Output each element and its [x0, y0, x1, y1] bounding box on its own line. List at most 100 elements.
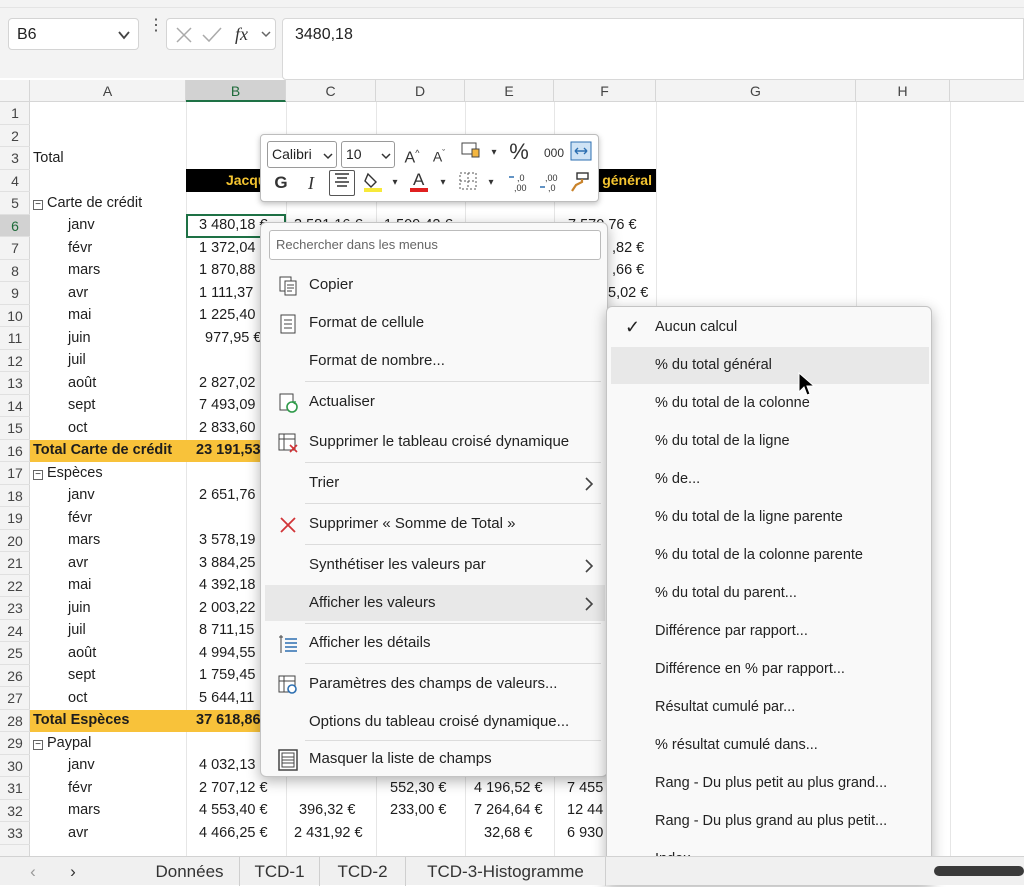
col-header-h[interactable]: H: [856, 80, 950, 102]
cell-e31[interactable]: 4 196,52 €: [474, 777, 543, 799]
row-header-21[interactable]: 21: [0, 552, 30, 575]
cell-a12[interactable]: juil: [68, 349, 86, 371]
cell-a28[interactable]: Total Espèces: [33, 709, 129, 731]
row-header-29[interactable]: 29: [0, 732, 30, 755]
row-header-26[interactable]: 26: [0, 665, 30, 687]
cell-b16[interactable]: 23 191,53: [196, 439, 261, 461]
cell-a25[interactable]: août: [68, 642, 96, 664]
menu-item-pivot-options[interactable]: Options du tableau croisé dynamique...: [265, 704, 605, 740]
cell-e32[interactable]: 7 264,64 €: [474, 799, 543, 821]
cell-b9[interactable]: 1 111,37: [199, 282, 253, 304]
cell-a13[interactable]: août: [68, 372, 96, 394]
chevron-down-icon[interactable]: ▾: [479, 171, 503, 195]
menu-item-show-values-as[interactable]: Afficher les valeurs: [265, 585, 605, 621]
menu-item-sort[interactable]: Trier: [265, 465, 605, 501]
more-dots-icon[interactable]: ⋮: [148, 18, 164, 34]
col-header-g[interactable]: G: [656, 80, 856, 102]
chevron-down-icon[interactable]: [381, 151, 391, 161]
cell-a26[interactable]: sept: [68, 664, 95, 686]
cell-b32[interactable]: 4 553,40 €: [199, 799, 268, 821]
prev-sheet-icon[interactable]: ‹: [18, 857, 48, 886]
collapse-icon[interactable]: −: [33, 200, 43, 210]
submenu-item-pct-parent-row[interactable]: % du total de la ligne parente: [611, 499, 929, 536]
increase-decimal-icon[interactable]: ,0,00: [506, 171, 534, 195]
cell-b10[interactable]: 1 225,40: [199, 304, 255, 326]
col-header-f[interactable]: F: [554, 80, 656, 102]
row-header-19[interactable]: 19: [0, 507, 30, 530]
menu-item-refresh[interactable]: Actualiser: [265, 384, 605, 420]
row-header-24[interactable]: 24: [0, 620, 30, 642]
insert-function-button[interactable]: fx: [235, 24, 248, 45]
sheet-tab-tcd-3-histogramme[interactable]: TCD-3-Histogramme: [406, 857, 606, 886]
cell-a15[interactable]: oct: [68, 417, 87, 439]
row-header-22[interactable]: 22: [0, 575, 30, 597]
menu-search-input[interactable]: Rechercher dans les menus: [269, 230, 601, 260]
cell-b28[interactable]: 37 618,86: [196, 709, 261, 731]
bold-button[interactable]: G: [269, 171, 293, 195]
row-header-10[interactable]: 10: [0, 305, 30, 327]
check-icon[interactable]: [201, 25, 223, 45]
cell-b30[interactable]: 4 032,13: [199, 754, 255, 776]
cell-f7[interactable]: ,82 €: [612, 237, 644, 259]
row-header-33[interactable]: 33: [0, 822, 30, 845]
horizontal-scrollbar[interactable]: [934, 866, 1024, 876]
chevron-down-icon[interactable]: ▾: [383, 171, 407, 195]
font-name-combo[interactable]: Calibri: [267, 141, 337, 168]
row-header-1[interactable]: 1: [0, 102, 30, 125]
row-header-23[interactable]: 23: [0, 597, 30, 620]
row-header-30[interactable]: 30: [0, 755, 30, 777]
cell-a23[interactable]: juin: [68, 597, 91, 619]
row-header-9[interactable]: 9: [0, 282, 30, 305]
align-center-icon[interactable]: [329, 170, 355, 196]
cell-f9[interactable]: 5,02 €: [608, 282, 648, 304]
cell-a8[interactable]: mars: [68, 259, 100, 281]
submenu-item-difference-from[interactable]: Différence par rapport...: [611, 613, 929, 650]
menu-item-hide-field-list[interactable]: Masquer la liste de champs: [265, 741, 605, 777]
font-size-combo[interactable]: 10: [341, 141, 395, 168]
cell-e33[interactable]: 32,68 €: [484, 822, 532, 844]
col-header-c[interactable]: C: [286, 80, 376, 102]
cell-a7[interactable]: févr: [68, 237, 92, 259]
row-header-12[interactable]: 12: [0, 350, 30, 372]
cell-a31[interactable]: févr: [68, 777, 92, 799]
submenu-item-pct-grand-total[interactable]: % du total général: [611, 347, 929, 384]
cell-b24[interactable]: 8 711,15: [199, 619, 254, 641]
row-header-8[interactable]: 8: [0, 260, 30, 282]
row-header-16[interactable]: 16: [0, 440, 30, 462]
row-header-11[interactable]: 11: [0, 327, 30, 350]
submenu-item-pct-parent[interactable]: % du total du parent...: [611, 575, 929, 612]
cell-a6[interactable]: janv: [68, 214, 95, 236]
submenu-item-running-total[interactable]: Résultat cumulé par...: [611, 689, 929, 726]
name-box[interactable]: B6: [8, 18, 139, 50]
decrease-font-icon[interactable]: Aˇ: [427, 141, 451, 165]
next-sheet-icon[interactable]: ›: [58, 857, 88, 886]
menu-item-remove-field[interactable]: Supprimer « Somme de Total »: [265, 506, 605, 542]
row-header-5[interactable]: 5: [0, 192, 30, 215]
submenu-item-no-calculation[interactable]: ✓ Aucun calcul: [611, 309, 929, 346]
cell-d31[interactable]: 552,30 €: [390, 777, 446, 799]
cancel-icon[interactable]: [174, 25, 194, 45]
row-header-17[interactable]: 17: [0, 462, 30, 485]
row-header-13[interactable]: 13: [0, 372, 30, 395]
cell-b11[interactable]: 977,95 €: [205, 327, 261, 349]
submenu-item-pct-parent-column[interactable]: % du total de la colonne parente: [611, 537, 929, 574]
cell-b25[interactable]: 4 994,55: [199, 642, 255, 664]
cell-a18[interactable]: janv: [68, 484, 95, 506]
cell-b13[interactable]: 2 827,02: [199, 372, 255, 394]
menu-item-copy[interactable]: Copier: [265, 267, 605, 303]
col-header-a[interactable]: A: [30, 80, 186, 102]
submenu-item-rank-descending[interactable]: Rang - Du plus grand au plus petit...: [611, 803, 929, 840]
thousands-separator-button[interactable]: 000: [539, 141, 569, 165]
font-color-icon[interactable]: A: [407, 169, 431, 193]
select-all-corner[interactable]: [0, 80, 30, 102]
cell-a14[interactable]: sept: [68, 394, 95, 416]
cell-b21[interactable]: 3 884,25: [199, 552, 255, 574]
cell-a29[interactable]: − Paypal: [33, 732, 91, 754]
col-header-d[interactable]: D: [376, 80, 465, 102]
cell-a9[interactable]: avr: [68, 282, 88, 304]
cell-a27[interactable]: oct: [68, 687, 87, 709]
collapse-icon[interactable]: −: [33, 740, 43, 750]
row-header-15[interactable]: 15: [0, 417, 30, 440]
cell-a21[interactable]: avr: [68, 552, 88, 574]
collapse-icon[interactable]: −: [33, 470, 43, 480]
